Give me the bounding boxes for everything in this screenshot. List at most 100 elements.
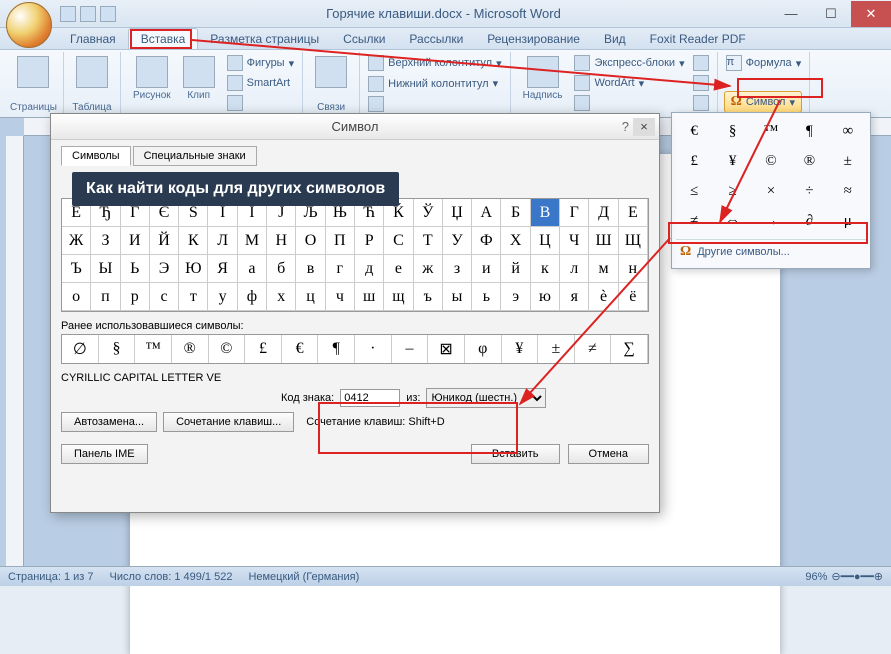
dialog-close-button[interactable]: × <box>633 118 655 136</box>
symbol-panel-cell[interactable]: ® <box>791 147 827 175</box>
symbol-cell[interactable]: к <box>531 255 560 283</box>
qat-redo-icon[interactable] <box>100 6 116 22</box>
tab-foxit[interactable]: Foxit Reader PDF <box>638 29 758 49</box>
header-button[interactable]: Верхний колонтитул ▾ <box>366 54 503 72</box>
symbol-cell[interactable]: д <box>355 255 384 283</box>
maximize-button[interactable]: ☐ <box>811 1 851 27</box>
sig-button[interactable] <box>691 54 711 72</box>
symbol-panel-cell[interactable]: ∂ <box>791 207 827 235</box>
recent-symbol-cell[interactable]: ® <box>172 335 209 363</box>
recent-symbol-cell[interactable]: ™ <box>135 335 172 363</box>
textbox-button[interactable]: Надпись <box>517 54 569 103</box>
symbol-cell[interactable]: ф <box>238 283 267 311</box>
symbol-panel-cell[interactable]: → <box>753 207 789 235</box>
recent-symbol-cell[interactable]: – <box>392 335 429 363</box>
recent-symbols-grid[interactable]: ∅§™®©£€¶·–⊠φ¥±≠∑ <box>61 334 649 364</box>
symbol-cell[interactable]: е <box>384 255 413 283</box>
date-button[interactable] <box>691 74 711 92</box>
symbol-cell[interactable]: о <box>62 283 91 311</box>
symbol-cell[interactable]: И <box>121 227 150 255</box>
symbol-panel-cell[interactable]: © <box>753 147 789 175</box>
symbol-cell[interactable]: Ш <box>589 227 618 255</box>
symbol-cell[interactable]: Э <box>150 255 179 283</box>
tab-page-layout[interactable]: Разметка страницы <box>198 29 331 49</box>
symbol-cell[interactable]: П <box>326 227 355 255</box>
tab-symbols[interactable]: Символы <box>61 146 131 166</box>
symbol-cell[interactable]: Ф <box>472 227 501 255</box>
symbol-panel-cell[interactable]: € <box>676 117 712 145</box>
links-button[interactable] <box>309 54 353 90</box>
recent-symbol-cell[interactable]: φ <box>465 335 502 363</box>
recent-symbol-cell[interactable]: © <box>209 335 246 363</box>
symbol-panel-cell[interactable]: ™ <box>753 117 789 145</box>
symbol-cell[interactable]: ш <box>355 283 384 311</box>
symbol-cell[interactable]: М <box>238 227 267 255</box>
dialog-help-button[interactable]: ? <box>622 119 629 134</box>
symbol-cell[interactable]: Й <box>150 227 179 255</box>
symbol-cell[interactable]: п <box>91 283 120 311</box>
symbol-panel-cell[interactable]: ≤ <box>676 177 712 205</box>
footer-button[interactable]: Нижний колонтитул ▾ <box>366 75 500 93</box>
status-words[interactable]: Число слов: 1 499/1 522 <box>110 571 233 583</box>
symbol-cell[interactable]: н <box>619 255 648 283</box>
tab-home[interactable]: Главная <box>58 29 128 49</box>
tab-review[interactable]: Рецензирование <box>475 29 592 49</box>
symbol-cell[interactable]: Л <box>208 227 237 255</box>
symbol-button[interactable]: ΩСимвол ▾ <box>724 91 802 113</box>
symbol-panel-cell[interactable]: ÷ <box>791 177 827 205</box>
symbol-cell[interactable]: и <box>472 255 501 283</box>
dropcap-button[interactable] <box>572 94 686 112</box>
recent-symbol-cell[interactable]: ∅ <box>62 335 99 363</box>
symbol-panel-cell[interactable]: ¶ <box>791 117 827 145</box>
symbol-cell[interactable]: ь <box>472 283 501 311</box>
close-button[interactable]: ✕ <box>851 1 891 27</box>
symbol-cell[interactable]: у <box>208 283 237 311</box>
symbol-cell[interactable]: ы <box>443 283 472 311</box>
symbol-panel-cell[interactable]: £ <box>676 147 712 175</box>
symbol-panel-cell[interactable]: ⇔ <box>714 207 750 235</box>
symbol-cell[interactable]: Ы <box>91 255 120 283</box>
status-zoom[interactable]: 96% ⊖━━●━━⊕ <box>805 570 883 583</box>
pagenum-button[interactable] <box>366 95 386 113</box>
recent-symbol-cell[interactable]: § <box>99 335 136 363</box>
symbol-cell[interactable]: ю <box>531 283 560 311</box>
symbol-cell[interactable]: Ю <box>179 255 208 283</box>
symbol-cell[interactable]: ц <box>296 283 325 311</box>
shortcut-button[interactable]: Сочетание клавиш... <box>163 412 294 432</box>
symbol-cell[interactable]: з <box>443 255 472 283</box>
symbol-panel-cell[interactable]: ≠ <box>676 207 712 235</box>
status-page[interactable]: Страница: 1 из 7 <box>8 571 94 583</box>
insert-button[interactable]: Вставить <box>471 444 560 464</box>
symbol-cell[interactable]: Г <box>560 199 589 227</box>
symbol-cell[interactable]: С <box>384 227 413 255</box>
symbol-cell[interactable]: Ж <box>62 227 91 255</box>
symbol-cell[interactable]: р <box>121 283 150 311</box>
symbol-cell[interactable]: х <box>267 283 296 311</box>
cancel-button[interactable]: Отмена <box>568 444 649 464</box>
recent-symbol-cell[interactable]: ∑ <box>611 335 648 363</box>
symbol-cell[interactable]: ё <box>619 283 648 311</box>
symbol-cell[interactable]: т <box>179 283 208 311</box>
from-select[interactable]: Юникод (шестн.) <box>426 388 546 408</box>
symbol-cell[interactable]: О <box>296 227 325 255</box>
ime-button[interactable]: Панель IME <box>61 444 148 464</box>
recent-symbol-cell[interactable]: £ <box>245 335 282 363</box>
recent-symbol-cell[interactable]: ≠ <box>575 335 612 363</box>
picture-button[interactable]: Рисунок <box>127 54 177 103</box>
symbol-cell[interactable]: Ц <box>531 227 560 255</box>
qat-save-icon[interactable] <box>60 6 76 22</box>
symbol-cell[interactable]: щ <box>384 283 413 311</box>
symbol-cell[interactable]: ъ <box>414 283 443 311</box>
symbol-panel-cell[interactable]: ≥ <box>714 177 750 205</box>
symbol-cell[interactable]: У <box>443 227 472 255</box>
symbol-cell[interactable]: Б <box>501 199 530 227</box>
symbol-cell[interactable]: м <box>589 255 618 283</box>
symbol-cell[interactable]: ч <box>326 283 355 311</box>
office-button[interactable] <box>6 2 52 48</box>
recent-symbol-cell[interactable]: ± <box>538 335 575 363</box>
symbol-cell[interactable]: В <box>531 199 560 227</box>
symbol-cell[interactable]: с <box>150 283 179 311</box>
symbol-cell[interactable]: Д <box>589 199 618 227</box>
recent-symbol-cell[interactable]: · <box>355 335 392 363</box>
symbol-cell[interactable]: я <box>560 283 589 311</box>
